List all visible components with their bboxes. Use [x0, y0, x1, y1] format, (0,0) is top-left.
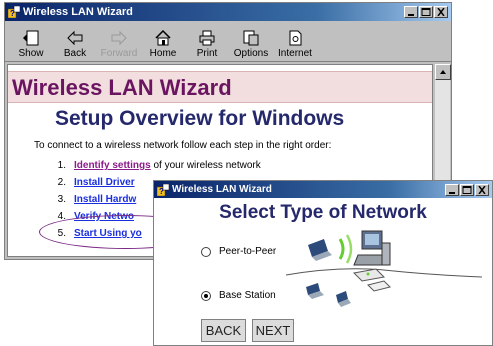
show-label: Show	[18, 48, 44, 59]
dialog-heading: Select Type of Network	[219, 202, 427, 223]
step-rest: of your wireless network	[150, 160, 261, 171]
minimize-button[interactable]	[404, 6, 418, 18]
step-text: Identify settings of your wireless netwo…	[74, 160, 261, 171]
forward-label: Forward	[100, 48, 138, 59]
dialog-close-button[interactable]	[475, 183, 489, 196]
help-app-icon: ?	[8, 6, 20, 18]
options-label: Options	[233, 48, 269, 59]
peer-to-peer-option[interactable]: Peer-to-Peer	[201, 246, 276, 257]
back-arrow-icon	[67, 30, 83, 46]
minimize-icon	[449, 191, 455, 194]
help-toolbar: Show Back Forward Home Print Options Int…	[5, 21, 451, 62]
wireless-signal-icon	[338, 234, 353, 264]
back-button[interactable]: Back	[53, 30, 97, 61]
minimize-icon	[408, 14, 414, 16]
router-icon	[367, 280, 391, 292]
maximize-icon	[462, 185, 472, 194]
maximize-button[interactable]	[419, 6, 433, 18]
dialog-maximize-button[interactable]	[460, 183, 474, 196]
help-app-icon: ?	[157, 183, 169, 196]
print-label: Print	[196, 48, 218, 59]
printer-icon	[199, 30, 215, 46]
install-hardware-link[interactable]: Install Hardw	[74, 194, 136, 205]
laptop-icon	[308, 239, 332, 261]
close-icon	[437, 8, 445, 16]
maximize-icon	[421, 8, 431, 16]
show-icon	[23, 30, 39, 46]
dialog-titlebar[interactable]: ? Wireless LAN Wizard	[154, 181, 492, 198]
base-station-label: Base Station	[219, 290, 276, 301]
access-point-icon	[352, 268, 386, 282]
install-driver-link[interactable]: Install Driver	[74, 177, 135, 188]
dialog-minimize-button[interactable]	[445, 183, 459, 196]
options-button[interactable]: Options	[229, 30, 273, 61]
forward-button[interactable]: Forward	[97, 30, 141, 61]
close-button[interactable]	[434, 6, 448, 18]
next-button[interactable]: NEXT	[252, 319, 294, 342]
network-cable-line	[285, 268, 483, 278]
close-icon	[478, 185, 486, 194]
internet-button[interactable]: Internet	[273, 30, 317, 61]
options-icon	[243, 30, 259, 46]
step-number: 2.	[57, 177, 66, 188]
laptop-icon	[306, 283, 324, 299]
home-button[interactable]: Home	[141, 30, 185, 61]
wizard-banner: Wireless LAN Wizard	[8, 71, 432, 103]
base-station-option[interactable]: Base Station	[201, 290, 276, 301]
base-station-illustration	[285, 268, 483, 307]
page-title: Setup Overview for Windows	[55, 107, 345, 130]
internet-label: Internet	[278, 48, 312, 59]
help-window-title: Wireless LAN Wizard	[23, 6, 133, 18]
identify-settings-link[interactable]: Identify settings	[74, 160, 151, 171]
laptop-icon	[336, 291, 351, 307]
network-type-dialog: ? Wireless LAN Wizard Select Type of Net…	[153, 180, 493, 346]
scroll-up-button[interactable]	[435, 64, 451, 80]
peer-to-peer-radio[interactable]	[201, 246, 211, 257]
intro-text: To connect to a wireless network follow …	[34, 140, 332, 151]
forward-arrow-icon	[111, 30, 127, 46]
back-label: Back	[63, 48, 87, 59]
home-label: Home	[149, 48, 177, 59]
print-button[interactable]: Print	[185, 30, 229, 61]
step-number: 1.	[57, 160, 66, 171]
peer-to-peer-label: Peer-to-Peer	[219, 246, 277, 257]
internet-icon	[289, 30, 302, 46]
back-button[interactable]: BACK	[201, 319, 246, 342]
desktop-computer-icon	[353, 230, 391, 266]
show-button[interactable]: Show	[9, 30, 53, 61]
banner-title: Wireless LAN Wizard	[12, 75, 232, 100]
help-window-titlebar[interactable]: ? Wireless LAN Wizard	[5, 3, 451, 21]
home-icon	[155, 30, 171, 46]
step-number: 3.	[57, 194, 66, 205]
dialog-title: Wireless LAN Wizard	[172, 184, 272, 195]
scroll-up-arrow-icon	[440, 70, 446, 74]
base-station-radio[interactable]	[201, 290, 211, 301]
